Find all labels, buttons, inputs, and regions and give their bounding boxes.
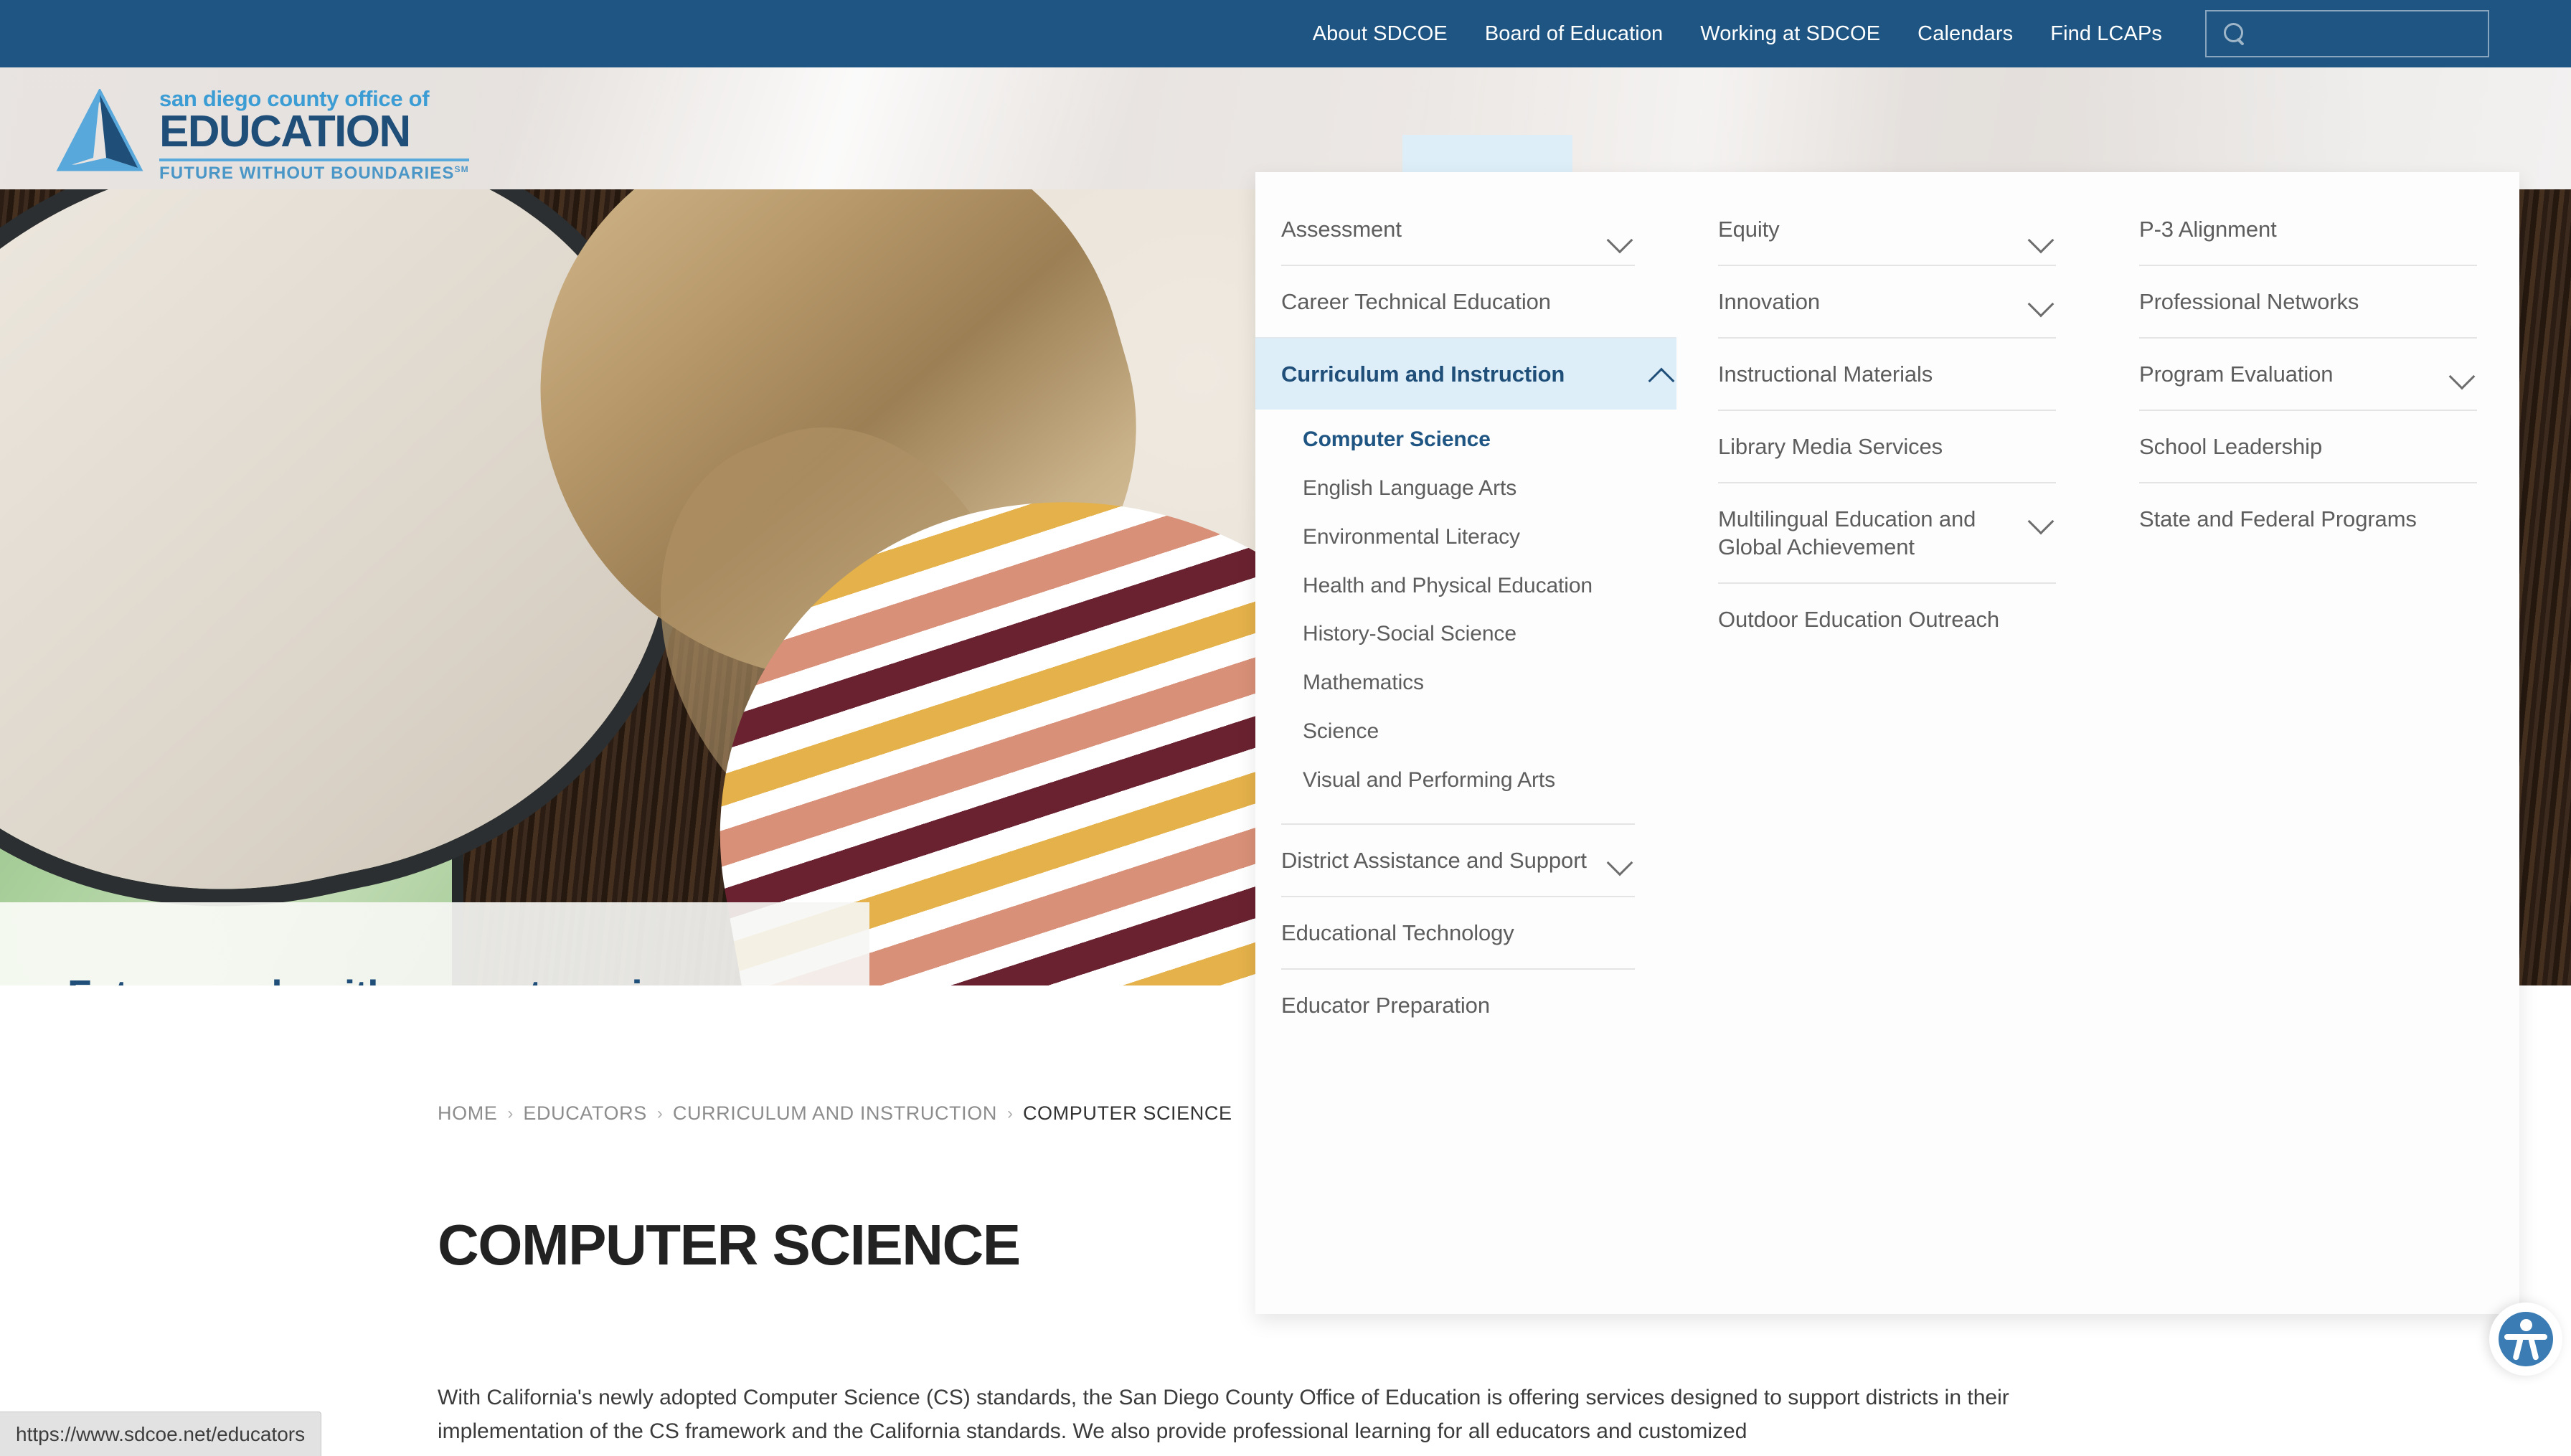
- accessibility-person-icon: [2499, 1312, 2553, 1366]
- mega-item-equity[interactable]: Equity: [1718, 202, 2056, 265]
- submenu-item-health-and-physical-education[interactable]: Health and Physical Education: [1281, 562, 1635, 610]
- site-logo-link[interactable]: san diego county office of EDUCATION FUT…: [56, 83, 469, 182]
- brand-wordmark: san diego county office of EDUCATION FUT…: [159, 83, 469, 182]
- site-search[interactable]: [2205, 10, 2489, 57]
- mega-item-school-leadership[interactable]: School Leadership: [2139, 410, 2477, 482]
- mega-item-outdoor-education-outreach[interactable]: Outdoor Education Outreach: [1718, 582, 2056, 655]
- mega-item-educational-technology[interactable]: Educational Technology: [1281, 895, 1635, 968]
- mega-item-multilingual-education-and-global-achievement[interactable]: Multilingual Education and Global Achiev…: [1718, 482, 2056, 582]
- chevron-up-icon: [1648, 367, 1675, 394]
- hero-caption-panel: Future-ready with computer science: [0, 902, 869, 985]
- browser-viewport: Future-ready with computer science HOME …: [0, 0, 2571, 1456]
- submenu-item-mathematics[interactable]: Mathematics: [1281, 658, 1635, 707]
- utility-links: About SDCOE Board of Education Working a…: [1313, 22, 2162, 46]
- mega-item-p3-alignment[interactable]: P-3 Alignment: [2139, 202, 2477, 265]
- breadcrumb-separator-icon: ›: [1006, 1103, 1013, 1123]
- breadcrumb-item-computer-science: COMPUTER SCIENCE: [1022, 1102, 1232, 1124]
- brand-divider: [159, 158, 469, 161]
- sdcoe-triangle-logo-icon: [56, 88, 143, 176]
- submenu-item-computer-science[interactable]: Computer Science: [1281, 415, 1635, 464]
- submenu-item-history-social-science[interactable]: History-Social Science: [1281, 610, 1635, 658]
- mega-item-innovation[interactable]: Innovation: [1718, 265, 2056, 337]
- breadcrumb: HOME › EDUCATORS › CURRICULUM AND INSTRU…: [438, 1102, 1232, 1125]
- utility-link-board-of-education[interactable]: Board of Education: [1485, 22, 1663, 46]
- utility-link-calendars[interactable]: Calendars: [1917, 22, 2013, 46]
- mega-menu-column-2: Equity Innovation Instructional Material…: [1676, 202, 2098, 1314]
- utility-link-about-sdcoe[interactable]: About SDCOE: [1313, 22, 1448, 46]
- breadcrumb-separator-icon: ›: [507, 1103, 514, 1123]
- breadcrumb-item-curriculum-and-instruction[interactable]: CURRICULUM AND INSTRUCTION: [673, 1102, 997, 1125]
- breadcrumb-separator-icon: ›: [656, 1103, 663, 1123]
- mega-menu-column-3: P-3 Alignment Professional Networks Prog…: [2098, 202, 2519, 1314]
- status-bar-url: https://www.sdcoe.net/educators: [16, 1422, 306, 1445]
- browser-status-bar: https://www.sdcoe.net/educators: [0, 1412, 322, 1456]
- breadcrumb-item-educators[interactable]: EDUCATORS: [523, 1102, 646, 1125]
- mega-item-program-evaluation[interactable]: Program Evaluation: [2139, 337, 2477, 410]
- mega-item-library-media-services[interactable]: Library Media Services: [1718, 410, 2056, 482]
- submenu-item-visual-and-performing-arts[interactable]: Visual and Performing Arts: [1281, 756, 1635, 805]
- site-header: san diego county office of EDUCATION FUT…: [0, 67, 2571, 189]
- brand-slogan: FUTURE WITHOUT BOUNDARIESSM: [159, 163, 469, 183]
- mega-item-assessment[interactable]: Assessment: [1281, 202, 1635, 265]
- mega-item-educator-preparation[interactable]: Educator Preparation: [1281, 968, 1635, 1041]
- mega-item-curriculum-and-instruction[interactable]: Curriculum and Instruction: [1255, 337, 1676, 410]
- mega-menu-column-1: Assessment Career Technical Education Cu…: [1255, 202, 1676, 1314]
- mega-item-state-and-federal-programs[interactable]: State and Federal Programs: [2139, 482, 2477, 554]
- submenu-item-english-language-arts[interactable]: English Language Arts: [1281, 464, 1635, 513]
- page-title: COMPUTER SCIENCE: [438, 1213, 1021, 1277]
- mega-submenu-curriculum-and-instruction: Computer Science English Language Arts E…: [1281, 410, 1635, 823]
- submenu-item-environmental-literacy[interactable]: Environmental Literacy: [1281, 513, 1635, 562]
- utility-link-working-at-sdcoe[interactable]: Working at SDCOE: [1700, 22, 1880, 46]
- accessibility-widget-button[interactable]: [2489, 1303, 2562, 1376]
- utility-bar: About SDCOE Board of Education Working a…: [0, 0, 2571, 67]
- mega-item-instructional-materials[interactable]: Instructional Materials: [1718, 337, 2056, 410]
- educators-mega-menu: Assessment Career Technical Education Cu…: [1255, 172, 2519, 1314]
- search-icon: [2222, 22, 2247, 46]
- search-input[interactable]: [2257, 22, 2472, 45]
- brand-name: EDUCATION: [159, 107, 411, 156]
- breadcrumb-item-home[interactable]: HOME: [438, 1102, 497, 1125]
- mega-item-professional-networks[interactable]: Professional Networks: [2139, 265, 2477, 337]
- mega-item-career-technical-education[interactable]: Career Technical Education: [1281, 265, 1635, 337]
- page-intro-paragraph: With California's newly adopted Computer…: [438, 1386, 2009, 1444]
- mega-item-district-assistance-and-support[interactable]: District Assistance and Support: [1281, 823, 1635, 896]
- submenu-item-science[interactable]: Science: [1281, 707, 1635, 756]
- hero-title: Future-ready with computer science: [67, 968, 749, 985]
- utility-link-find-lcaps[interactable]: Find LCAPs: [2050, 22, 2162, 46]
